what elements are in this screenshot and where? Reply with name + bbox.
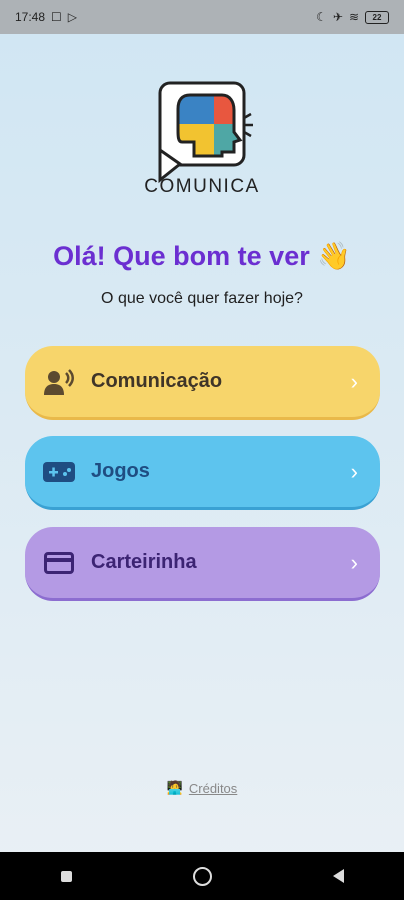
carteirinha-button[interactable]: Carteirinha › bbox=[25, 527, 380, 601]
credits-label: Créditos bbox=[188, 780, 238, 796]
subtitle: O que você quer fazer hoje? bbox=[101, 290, 303, 307]
navigation-bar bbox=[0, 852, 404, 900]
battery-icon: 22 bbox=[365, 10, 389, 24]
back-button[interactable] bbox=[332, 869, 344, 883]
technologist-icon: 🧑‍💻 bbox=[166, 780, 183, 795]
gamepad-icon bbox=[43, 456, 75, 488]
status-time: 17:48 bbox=[15, 10, 46, 24]
speaking-person-icon bbox=[43, 366, 75, 398]
comunicacao-label: Comunicação bbox=[91, 370, 223, 392]
chevron-right-icon: › bbox=[350, 368, 358, 394]
recents-button[interactable] bbox=[60, 870, 72, 882]
credits-link[interactable]: 🧑‍💻 Créditos bbox=[0, 780, 404, 796]
notification-icon: ☐ bbox=[51, 10, 62, 24]
card-icon bbox=[43, 547, 75, 579]
jogos-label: Jogos bbox=[91, 460, 150, 482]
app-logo bbox=[158, 81, 253, 184]
home-button[interactable] bbox=[192, 866, 212, 886]
status-bar: 17:48 ☐ ▷ ☾ ✈ ≋ 22 bbox=[0, 0, 404, 34]
jogos-button[interactable]: Jogos › bbox=[25, 436, 380, 510]
chevron-right-icon: › bbox=[350, 458, 358, 484]
play-icon: ▷ bbox=[67, 10, 78, 24]
comunicacao-button[interactable]: Comunicação › bbox=[25, 346, 380, 420]
app-name: COMUNICA bbox=[144, 176, 260, 197]
carteirinha-label: Carteirinha bbox=[91, 551, 197, 573]
wifi-icon: ≋ bbox=[348, 10, 359, 24]
airplane-icon: ✈ bbox=[332, 10, 343, 24]
greeting-title: Olá! Que bom te ver 👋 bbox=[53, 241, 351, 271]
moon-icon: ☾ bbox=[316, 10, 327, 24]
chevron-right-icon: › bbox=[350, 549, 358, 575]
